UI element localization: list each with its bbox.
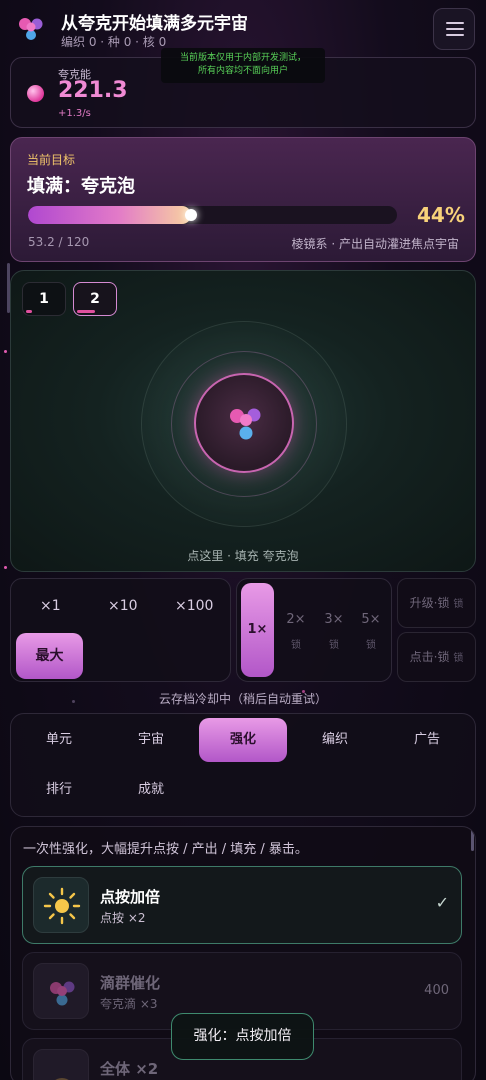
header-stats: 编织 0 · 种 0 · 核 0 xyxy=(61,35,167,49)
speed-3x-button[interactable]: 3× xyxy=(321,612,347,627)
goal-card: 当前目标 填满：夸克泡 44% 53.2 / 120 棱镜系 · 产出自动灌进焦… xyxy=(10,137,476,262)
universe-tab-fill xyxy=(26,310,32,313)
dev-notice-line: 当前版本仅用于内部开发测试， xyxy=(179,53,306,63)
cloud-save-status: 云存档冷却中（稍后自动重试） xyxy=(158,692,327,706)
upgrade-name: 滴群催化 xyxy=(100,974,161,992)
universe-tab-label: 2 xyxy=(90,291,100,307)
upgrade-name: 点按加倍 xyxy=(100,888,161,906)
tab-units[interactable]: 单元 xyxy=(15,718,103,762)
lock-icon: 锁 xyxy=(453,599,464,610)
click-locked-button[interactable]: 点击·锁 锁 xyxy=(397,632,476,682)
speed-panel: 1× 2× 3× 5× 锁 锁 锁 xyxy=(236,578,392,682)
sun-icon-graphic xyxy=(43,887,81,925)
click-locked-label: 点击·锁 xyxy=(409,650,450,664)
menu-icon xyxy=(446,28,464,30)
dev-notice-line: 所有内容均不面向用户 xyxy=(197,66,288,76)
speed-lock-label: 锁 xyxy=(291,640,301,651)
goal-label: 当前目标 xyxy=(27,153,76,167)
upgrade-name: 全体 ×2 xyxy=(100,1060,159,1078)
list-description: 一次性强化，大幅提升点按 / 产出 / 填充 / 暴击。 xyxy=(23,842,308,857)
buy-x100-button[interactable]: ×100 xyxy=(175,598,213,614)
tab-achievements[interactable]: 成就 xyxy=(107,768,195,812)
tab-upgrades[interactable]: 强化 xyxy=(199,718,287,762)
orb-icon-graphic xyxy=(55,1078,69,1080)
goal-progress-fill xyxy=(28,206,192,224)
universe-tab-fill xyxy=(77,310,95,313)
sun-icon xyxy=(33,877,89,933)
speed-lock-label: 锁 xyxy=(366,640,376,651)
upgrade-effect: 夸克滴 ×3 xyxy=(100,997,158,1011)
check-icon: ✓ xyxy=(435,893,449,912)
goal-progress-text: 53.2 / 120 xyxy=(28,235,90,249)
buy-x1-button[interactable]: ×1 xyxy=(40,598,61,614)
edge-dot xyxy=(4,566,7,569)
buy-max-button[interactable]: 最大 xyxy=(16,633,83,679)
upgrade-item-tap-double[interactable]: 点按加倍 点按 ×2 ✓ xyxy=(22,866,462,944)
quark-cluster-icon xyxy=(33,963,89,1019)
arena-hint: 点这里 · 填充 夸克泡 xyxy=(187,549,299,563)
menu-icon xyxy=(446,34,464,36)
tab-weave[interactable]: 编织 xyxy=(291,718,379,762)
goal-progress-bar xyxy=(28,206,397,224)
edge-dot xyxy=(4,350,7,353)
speed-5x-button[interactable]: 5× xyxy=(358,612,384,627)
list-scrollbar[interactable] xyxy=(471,829,474,851)
buy-x10-button[interactable]: ×10 xyxy=(108,598,138,614)
universe-arena: 1 2 点这里 · 填充 夸克泡 xyxy=(10,270,476,572)
orb-icon xyxy=(33,1049,89,1080)
main-tabs: 单元 宇宙 强化 编织 广告 排行 成就 xyxy=(10,713,476,817)
quark-bubble-button[interactable] xyxy=(194,373,294,473)
upgrade-cost: 400 xyxy=(424,983,449,998)
app-title: 从夸克开始填满多元宇宙 xyxy=(61,14,248,34)
energy-rate: +1.3/s xyxy=(58,108,91,119)
upgrade-locked-button[interactable]: 升级·锁 锁 xyxy=(397,578,476,628)
upgrade-locked-label: 升级·锁 xyxy=(409,596,450,610)
speed-1x-button[interactable]: 1× xyxy=(241,583,274,677)
universe-tab-1[interactable]: 1 xyxy=(22,282,66,316)
energy-value: 221.3 xyxy=(58,78,128,103)
upgrade-effect: 点按 ×2 xyxy=(100,911,146,925)
lock-icon: 锁 xyxy=(453,653,464,664)
toast-message: 强化：点按加倍 xyxy=(171,1013,314,1060)
menu-icon xyxy=(446,22,464,24)
energy-orb-icon xyxy=(27,85,44,102)
speed-lock-label: 锁 xyxy=(329,640,339,651)
dev-notice: 当前版本仅用于内部开发测试， 所有内容均不面向用户 xyxy=(161,48,325,83)
universe-tab-2[interactable]: 2 xyxy=(73,282,117,316)
goal-percent: 44% xyxy=(417,203,465,227)
speed-2x-button[interactable]: 2× xyxy=(283,612,309,627)
goal-hint: 棱镜系 · 产出自动灌进焦点宇宙 xyxy=(291,237,459,251)
tab-ads[interactable]: 广告 xyxy=(383,718,471,762)
universe-tab-label: 1 xyxy=(39,291,49,307)
tab-universe[interactable]: 宇宙 xyxy=(107,718,195,762)
menu-button[interactable] xyxy=(433,8,475,50)
goal-title: 填满：夸克泡 xyxy=(27,176,135,197)
quark-logo-icon xyxy=(19,18,43,40)
buy-amount-panel: ×1 ×10 ×100 最大 xyxy=(10,578,231,682)
quark-cluster-icon-graphic xyxy=(50,981,75,1006)
quark-cluster-icon xyxy=(230,408,261,440)
tab-ranking[interactable]: 排行 xyxy=(15,768,103,812)
